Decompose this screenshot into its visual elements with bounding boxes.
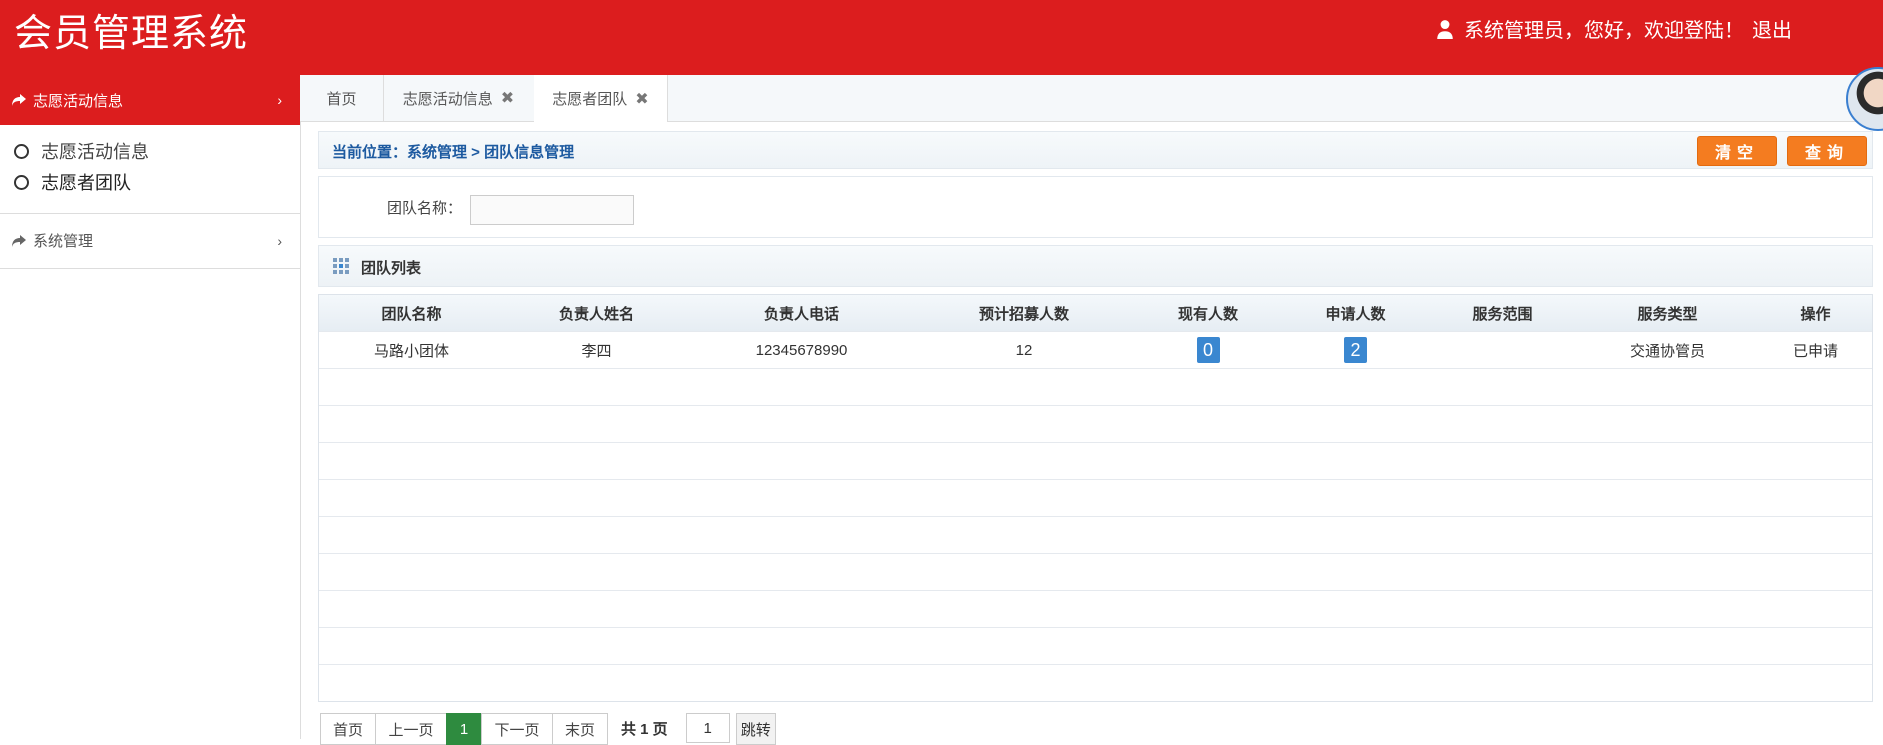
tab-label: 志愿活动信息 [402,90,493,108]
col-header: 操作 [1800,305,1831,323]
user-info: 系统管理员，您好，欢迎登陆！ 退出 [1436,14,1792,43]
jump-button[interactable]: 跳转 [735,713,776,745]
tab-bar: 首页 志愿活动信息 ✖ 志愿者团队 ✖ [300,75,1883,122]
sidebar: 志愿活动信息 › 志愿活动信息 志愿者团队 系统管理 › [0,75,301,739]
cell-scope [1429,332,1576,368]
col-header: 现有人数 [1177,305,1238,323]
app-title: 会员管理系统 [14,11,249,55]
col-header: 团队名称 [381,305,442,323]
col-header: 预计招募人数 [978,305,1069,323]
sidebar-item-label: 志愿活动信息 [41,142,149,162]
table-header: 团队名称 负责人姓名 负责人电话 预计招募人数 现有人数 申请人数 服务范围 服… [319,295,1872,331]
team-name-label: 团队名称： [387,200,463,217]
close-icon[interactable]: ✖ [635,89,648,109]
cell-team: 马路小团体 [373,342,449,360]
sidebar-item-label: 志愿者团队 [41,173,131,193]
cell-phone: 12345678990 [755,341,848,359]
prev-page-button[interactable]: 上一页 [375,713,447,745]
tab-activity[interactable]: 志愿活动信息 ✖ [383,75,535,121]
team-table: 团队名称 负责人姓名 负责人电话 预计招募人数 现有人数 申请人数 服务范围 服… [318,294,1873,702]
share-icon [12,234,26,247]
circle-icon [14,174,29,190]
sidebar-group-volunteer[interactable]: 志愿活动信息 › [0,75,300,125]
col-header: 负责人电话 [763,305,839,323]
close-icon[interactable]: ✖ [501,88,514,108]
table-row-empty [319,516,1872,553]
breadcrumb-text: 当前位置：系统管理 > 团队信息管理 [332,144,575,161]
cell-action[interactable]: 已申请 [1759,332,1872,368]
chevron-right-icon: › [277,92,282,108]
cell-current: 0 [1134,332,1282,368]
sidebar-item-team[interactable]: 志愿者团队 [14,169,131,195]
col-header: 服务类型 [1637,305,1698,323]
first-page-button[interactable]: 首页 [320,713,376,745]
search-panel: 团队名称： [318,176,1873,238]
table-row-empty [319,405,1872,442]
last-page-button[interactable]: 末页 [552,713,608,745]
chevron-right-icon: › [277,232,282,249]
next-page-button[interactable]: 下一页 [481,713,553,745]
query-button[interactable]: 查询 [1787,136,1867,166]
sidebar-item-activity[interactable]: 志愿活动信息 [14,138,149,164]
breadcrumb: 当前位置：系统管理 > 团队信息管理 清空 查询 [318,131,1873,169]
tab-home[interactable]: 首页 [300,75,384,121]
page-1-button[interactable]: 1 [446,713,482,745]
grid-icon [333,258,349,274]
list-title: 团队列表 [361,260,422,277]
circle-icon [14,143,29,159]
applied-count-badge[interactable]: 2 [1344,337,1367,363]
col-header: 负责人姓名 [558,305,634,323]
top-header: 会员管理系统 系统管理员，您好，欢迎登陆！ 退出 [0,0,1883,75]
col-header: 服务范围 [1472,305,1533,323]
table-row-empty [319,553,1872,590]
cell-planned: 12 [1015,341,1033,359]
col-header: 申请人数 [1325,305,1386,323]
greeting-text: 系统管理员，您好，欢迎登陆！ [1464,20,1744,42]
logout-link[interactable]: 退出 [1752,14,1792,43]
tab-label: 首页 [326,90,357,108]
current-count-badge[interactable]: 0 [1196,337,1220,363]
list-header: 团队列表 [318,245,1873,287]
cell-applied: 2 [1282,332,1429,368]
table-row[interactable]: 马路小团体 李四 12345678990 12 0 2 交通协管员 已申请 [319,331,1872,368]
cell-leader: 李四 [581,342,612,360]
share-icon [12,94,26,106]
clear-button[interactable]: 清空 [1697,136,1777,166]
table-row-empty [319,627,1872,664]
sidebar-group-system[interactable]: 系统管理 › [0,213,300,269]
sidebar-group-label: 志愿活动信息 [33,92,124,110]
table-row-empty [319,664,1872,701]
table-row-empty [319,368,1872,405]
table-row-empty [319,590,1872,627]
table-row-empty [319,442,1872,479]
sidebar-group-label: 系统管理 [33,233,94,250]
tab-label: 志愿者团队 [552,91,628,108]
sidebar-list: 志愿活动信息 志愿者团队 [0,125,300,214]
tab-team[interactable]: 志愿者团队 ✖ [534,75,668,122]
cell-type: 交通协管员 [1629,342,1705,360]
user-icon [1437,19,1453,39]
table-row-empty [319,479,1872,516]
team-name-input[interactable] [470,195,634,225]
